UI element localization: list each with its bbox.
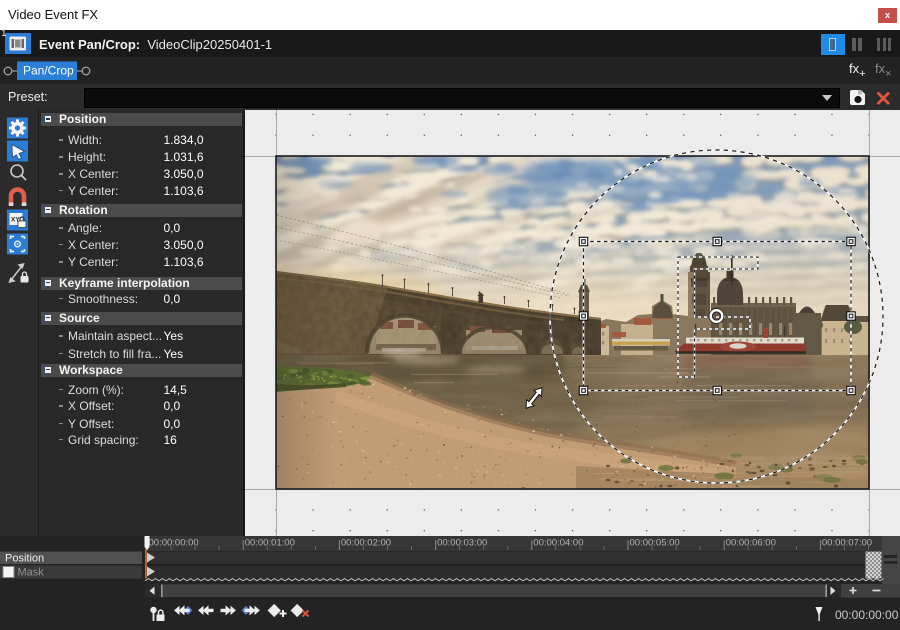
- svg-text:00:00:06:00: 00:00:06:00: [726, 538, 776, 549]
- svg-text:00:00:00:00: 00:00:00:00: [149, 538, 199, 549]
- svg-text:00:00:07:00: 00:00:07:00: [822, 538, 872, 549]
- svg-text:00:00:05:00: 00:00:05:00: [630, 538, 680, 549]
- svg-text:Position: Position: [5, 553, 44, 565]
- svg-text:00:00:02:00: 00:00:02:00: [341, 538, 391, 549]
- svg-text:00:00:00:00: 00:00:00:00: [835, 608, 899, 622]
- svg-text:Mask: Mask: [18, 567, 45, 579]
- svg-text:00:00:04:00: 00:00:04:00: [533, 538, 583, 549]
- svg-text:00:00:01:00: 00:00:01:00: [245, 538, 295, 549]
- svg-text:00:00:03:00: 00:00:03:00: [437, 538, 487, 549]
